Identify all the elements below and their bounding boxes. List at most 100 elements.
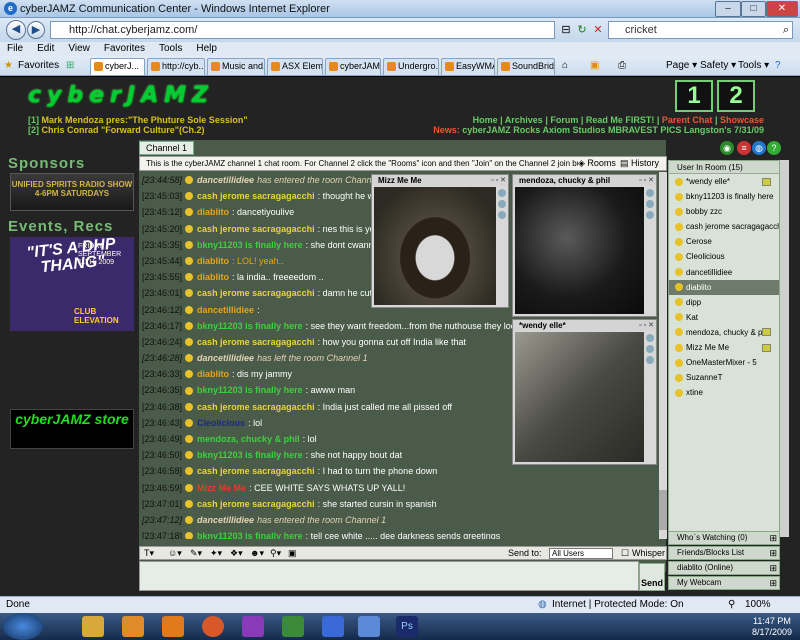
search-icon[interactable]: ⌕ (778, 22, 794, 38)
media-player-icon[interactable] (122, 616, 144, 637)
history-button[interactable]: ▤ History (620, 157, 660, 170)
menu-tools[interactable]: Tools (152, 42, 189, 56)
scrollbar-thumb[interactable] (659, 490, 667, 530)
tab-channel-1[interactable]: Channel 1 (139, 141, 194, 155)
message-username[interactable]: dancetillidiee (197, 302, 254, 318)
user-list-item[interactable]: dipp (669, 295, 779, 310)
zone-text[interactable]: Internet | Protected Mode: On (552, 597, 684, 613)
message-username[interactable]: bkny11203 is finally here (197, 318, 303, 334)
tools-menu[interactable]: Tools ▾ (738, 58, 769, 74)
webcam-controls[interactable]: ▫ ▫ ✕ (639, 176, 654, 184)
search-input[interactable]: cricket (608, 21, 793, 39)
news-links[interactable]: cyberJAMZ Rocks Axiom Studios MBRAVEST P… (462, 125, 764, 135)
zoom-level[interactable]: 100% (745, 597, 771, 613)
forward-button[interactable]: ▶ (27, 21, 45, 39)
message-username[interactable]: diablito (197, 253, 229, 269)
message-username[interactable]: bkny11203 is finally here (197, 237, 303, 253)
media-player-icon[interactable] (162, 616, 184, 637)
whisper-checkbox[interactable]: ☐ (621, 547, 629, 559)
send-to-select[interactable]: All Users (549, 548, 613, 559)
user-list-item[interactable]: Cerose (669, 234, 779, 249)
message-username[interactable]: Mizz Me Me (197, 480, 246, 496)
message-username[interactable]: dancetillidiee (197, 172, 254, 188)
user-list-item[interactable]: dancetillidiee (669, 265, 779, 280)
event-banner[interactable]: "IT'S A DHP THANG" FRIDAY SEPTEMBER 11TH… (10, 235, 134, 331)
webcam-icon[interactable] (762, 328, 771, 337)
minimize-button[interactable]: – (715, 1, 741, 17)
page-menu[interactable]: Page ▾ (666, 58, 697, 74)
channel-2-button[interactable]: 2 (717, 80, 755, 112)
message-username[interactable]: bkny11203 is finally here (197, 447, 303, 463)
effects-icon[interactable]: ❖▾ (230, 547, 243, 559)
image-icon[interactable]: ▣ (288, 547, 297, 559)
folder-icon[interactable] (82, 616, 104, 637)
settings-icon[interactable]: ≡ (737, 141, 751, 155)
nav-home[interactable]: Home (473, 115, 498, 125)
store-banner[interactable]: cyberJAMZ store (10, 409, 134, 449)
message-username[interactable]: dancetillidiee (197, 350, 254, 366)
webcam-icon[interactable] (762, 177, 771, 186)
tab-grid-icon[interactable]: ⊞ (66, 58, 74, 74)
sticker-icon[interactable]: ✎▾ (190, 547, 202, 559)
whos-watching-panel[interactable]: Who`s Watching (0) ⊞ (668, 531, 780, 545)
user-list-item[interactable]: Cleolicious (669, 249, 779, 264)
user-list-item[interactable]: Kat (669, 310, 779, 325)
browser-tab[interactable]: cyberJAM... (325, 58, 381, 75)
now-playing-1[interactable]: Mark Mendoza pres:"The Phuture Sole Sess… (42, 115, 248, 125)
message-username[interactable]: cash jerome sacragagacchi (197, 399, 315, 415)
menu-favorites[interactable]: Favorites (97, 42, 152, 56)
status-panel[interactable]: diablito (Online) ⊞ (668, 561, 780, 575)
message-username[interactable]: bkny11203 is finally here (197, 382, 303, 398)
nav-showcase[interactable]: Showcase (720, 115, 764, 125)
home-icon[interactable]: ⌂ (562, 58, 568, 74)
webcam-window[interactable]: mendoza, chucky & phil ▫ ▫ ✕ (512, 174, 657, 317)
webcam-window[interactable]: Mizz Me Me ▫ ▫ ✕ (371, 174, 509, 308)
smiley-icon[interactable]: ☺▾ (168, 547, 182, 559)
message-username[interactable]: diablito (197, 366, 229, 382)
sponsor-banner[interactable]: UNIFIED SPIRITS RADIO SHOW 4-6PM SATURDA… (10, 173, 134, 211)
user-list-item[interactable]: cash jerome sacragagacchi (669, 219, 779, 234)
refresh-icon[interactable]: ↻ (574, 22, 590, 38)
nav-readme[interactable]: Read Me FIRST! (586, 115, 655, 125)
message-username[interactable]: cash jerome sacragagacchi (197, 496, 315, 512)
help-circle-icon[interactable]: ? (767, 141, 781, 155)
browser-tab[interactable]: ASX Eleme... (267, 58, 323, 75)
menu-file[interactable]: File (0, 42, 30, 56)
user-list-item[interactable]: *wendy elle* (669, 174, 779, 189)
nav-archives[interactable]: Archives (505, 115, 543, 125)
message-username[interactable]: diablito (197, 204, 229, 220)
my-webcam-panel[interactable]: My Webcam ⊞ (668, 576, 780, 590)
message-username[interactable]: bkny11203 is finally here (197, 528, 303, 539)
webcam-controls[interactable]: ▫ ▫ ✕ (491, 176, 506, 184)
send-button[interactable]: Send (639, 563, 665, 591)
user-list-item[interactable]: bobby zzc (669, 204, 779, 219)
app-icon[interactable] (242, 616, 264, 637)
rooms-button[interactable]: ◈ Rooms (578, 157, 616, 170)
compatibility-icon[interactable]: ⊟ (558, 22, 574, 38)
print-icon[interactable]: ⎙ (618, 58, 626, 74)
help-icon[interactable]: ? (775, 58, 781, 74)
close-window-button[interactable]: ✕ (766, 1, 798, 17)
globe-icon[interactable]: ◍ (752, 141, 766, 155)
webcam-controls[interactable]: ▫ ▫ ✕ (639, 321, 654, 329)
user-list-item[interactable]: mendoza, chucky & phil (669, 325, 779, 340)
user-list-item[interactable]: bkny11203 is finally here (669, 189, 779, 204)
clock[interactable]: 11:47 PM 8/17/2009 (752, 616, 792, 638)
message-username[interactable]: mendoza, chucky & phil (197, 431, 300, 447)
stop-icon[interactable]: ✕ (590, 22, 606, 38)
app-icon[interactable] (322, 616, 344, 637)
message-username[interactable]: cash jerome sacragagacchi (197, 221, 315, 237)
ie-task-icon[interactable] (358, 616, 380, 637)
back-button[interactable]: ◀ (6, 20, 26, 40)
user-list-scrollbar[interactable] (780, 160, 789, 537)
url-input[interactable]: http://chat.cyberjamz.com/ (50, 21, 555, 39)
message-username[interactable]: cash jerome sacragagacchi (197, 334, 315, 350)
menu-help[interactable]: Help (189, 42, 224, 56)
nav-forum[interactable]: Forum (550, 115, 578, 125)
message-username[interactable]: Cleolicious (197, 415, 245, 431)
browser-tab[interactable]: http://cyb... (147, 58, 205, 75)
menu-view[interactable]: View (61, 42, 97, 56)
font-icon[interactable]: T▾ (144, 547, 154, 559)
rss-icon[interactable]: ▣ (590, 58, 599, 74)
channel-1-button[interactable]: 1 (675, 80, 713, 112)
